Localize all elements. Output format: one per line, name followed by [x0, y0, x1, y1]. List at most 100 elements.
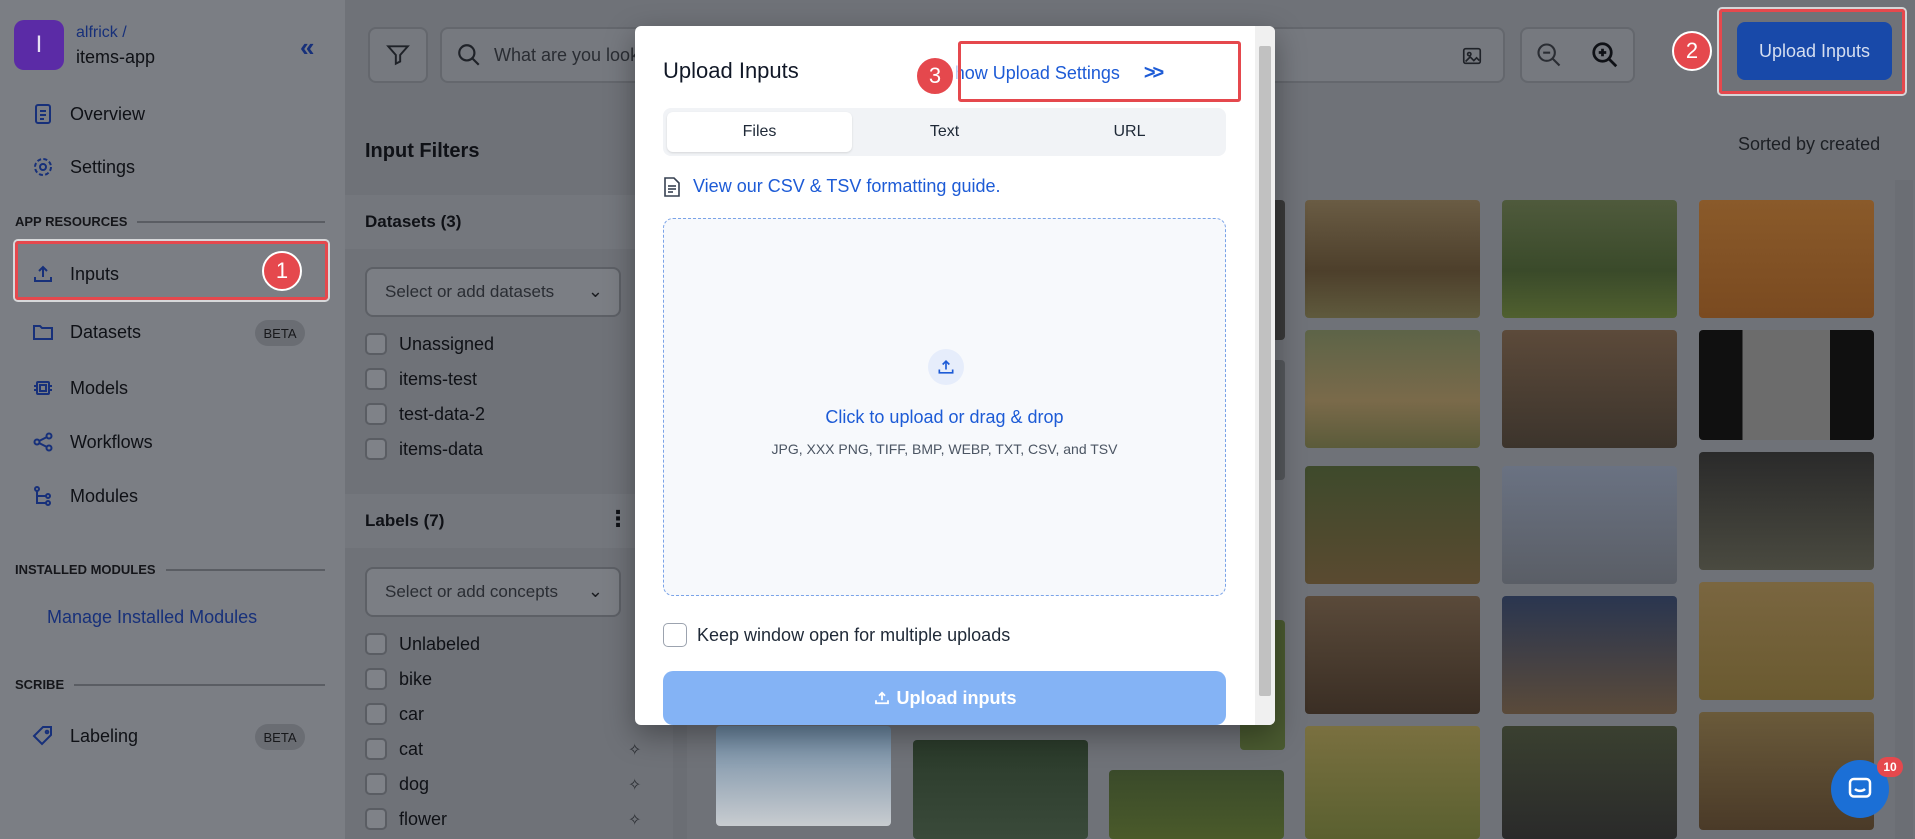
- magic-search-icon[interactable]: ✧: [628, 810, 641, 830]
- filter-toggle-button[interactable]: [368, 27, 428, 83]
- label-checkbox-row[interactable]: Unlabeled: [365, 633, 480, 655]
- sidebar-item-modules[interactable]: Modules: [30, 476, 138, 516]
- app-header[interactable]: I alfrick / items-app: [14, 20, 155, 70]
- highlight-upload-settings: [958, 41, 1241, 102]
- checkbox[interactable]: [365, 668, 387, 690]
- image-thumbnail[interactable]: [1502, 466, 1677, 584]
- keep-open-option[interactable]: Keep window open for multiple uploads: [663, 623, 1010, 647]
- keep-open-checkbox[interactable]: [663, 623, 687, 647]
- formatting-guide-link[interactable]: View our CSV & TSV formatting guide.: [663, 176, 1001, 197]
- dropzone-title: Click to upload or drag & drop: [825, 407, 1064, 427]
- datasets-select-placeholder: Select or add datasets: [385, 282, 555, 301]
- image-thumbnail[interactable]: [1305, 726, 1480, 839]
- checkbox[interactable]: [365, 703, 387, 725]
- section-label-app-resources: APP RESOURCES: [15, 214, 325, 229]
- label-text: Unlabeled: [399, 633, 481, 654]
- sidebar-item-workflows[interactable]: Workflows: [30, 422, 153, 462]
- datasets-select[interactable]: Select or add datasets ⌄: [365, 267, 621, 317]
- highlight-upload-button: [1719, 9, 1905, 94]
- app-owner-link[interactable]: alfrick /: [76, 21, 155, 45]
- image-thumbnail[interactable]: [1502, 596, 1677, 714]
- sidebar-item-label: Labeling: [70, 725, 139, 746]
- sort-label[interactable]: Sorted by created: [1738, 134, 1880, 155]
- sidebar-item-labeling[interactable]: Labeling: [30, 716, 138, 756]
- sidebar-item-models[interactable]: Models: [30, 368, 128, 408]
- dataset-checkbox-row[interactable]: test-data-2: [365, 403, 485, 425]
- image-thumbnail[interactable]: [913, 740, 1088, 839]
- chip-icon: [30, 375, 56, 401]
- sidebar-item-label: Settings: [70, 156, 136, 177]
- collapse-sidebar-icon[interactable]: «: [300, 32, 314, 63]
- zoom-out-icon[interactable]: [1535, 41, 1563, 69]
- image-thumbnail[interactable]: [1305, 200, 1480, 318]
- image-thumbnail[interactable]: [1699, 200, 1874, 318]
- sidebar-item-overview[interactable]: Overview: [30, 94, 145, 134]
- checkbox[interactable]: [365, 808, 387, 830]
- document-icon: [664, 176, 680, 197]
- checkbox[interactable]: [365, 738, 387, 760]
- more-options-icon[interactable]: ⋮: [607, 506, 629, 532]
- notification-count-badge: 10: [1877, 757, 1903, 777]
- upload-inputs-modal: Upload Inputs Show Upload Settings >> Fi…: [635, 26, 1275, 725]
- image-thumbnail[interactable]: [1305, 596, 1480, 714]
- image-thumbnail[interactable]: [1305, 466, 1480, 584]
- label-checkbox-row[interactable]: bike: [365, 668, 432, 690]
- filters-title: Input Filters: [365, 140, 480, 162]
- zoom-in-icon[interactable]: [1590, 40, 1620, 70]
- modal-scrollbar-thumb[interactable]: [1259, 46, 1271, 696]
- search-icon: [458, 44, 480, 66]
- gear-icon: [30, 154, 56, 180]
- magic-search-icon[interactable]: ✧: [628, 775, 641, 795]
- tab-text[interactable]: Text: [852, 112, 1037, 152]
- image-search-icon[interactable]: [1461, 45, 1483, 67]
- sidebar-item-settings[interactable]: Settings: [30, 147, 135, 187]
- label-checkbox-row[interactable]: car: [365, 703, 424, 725]
- chevron-down-icon: ⌄: [587, 581, 603, 601]
- sidebar-item-label: Modules: [70, 485, 139, 506]
- keep-open-label: Keep window open for multiple uploads: [697, 624, 1011, 645]
- checkbox[interactable]: [365, 333, 387, 355]
- modal-scrollbar[interactable]: [1255, 26, 1275, 725]
- checkbox[interactable]: [365, 773, 387, 795]
- tree-icon: [30, 483, 56, 509]
- image-thumbnail[interactable]: [1502, 330, 1677, 448]
- label-text: cat: [399, 738, 424, 759]
- upload-type-tabs: Files Text URL: [663, 108, 1226, 156]
- beta-badge: BETA: [255, 724, 305, 750]
- image-thumbnail[interactable]: [1699, 582, 1874, 700]
- image-thumbnail[interactable]: [1699, 330, 1874, 440]
- checkbox[interactable]: [365, 403, 387, 425]
- section-label-scribe: SCRIBE: [15, 677, 325, 692]
- manage-installed-modules-link[interactable]: Manage Installed Modules: [47, 607, 257, 628]
- image-thumbnail[interactable]: [1699, 452, 1874, 570]
- concepts-select[interactable]: Select or add concepts ⌄: [365, 567, 621, 617]
- tab-files[interactable]: Files: [667, 112, 852, 152]
- image-thumbnail[interactable]: [1109, 770, 1284, 839]
- dataset-checkbox-row[interactable]: items-test: [365, 368, 477, 390]
- tab-url[interactable]: URL: [1037, 112, 1222, 152]
- checkbox[interactable]: [365, 368, 387, 390]
- dataset-label: items-data: [399, 438, 484, 459]
- label-checkbox-row[interactable]: dog: [365, 773, 429, 795]
- label-text: bike: [399, 668, 433, 689]
- upload-inputs-submit-button[interactable]: Upload inputs: [663, 671, 1226, 725]
- file-dropzone[interactable]: Click to upload or drag & drop JPG, XXX …: [663, 218, 1226, 596]
- label-checkbox-row[interactable]: cat: [365, 738, 423, 760]
- dataset-checkbox-row[interactable]: items-data: [365, 438, 483, 460]
- image-thumbnail[interactable]: [1305, 330, 1480, 448]
- sidebar: I alfrick / items-app « Overview Setting…: [0, 0, 345, 839]
- sidebar-item-label: Models: [70, 377, 129, 398]
- magic-search-icon[interactable]: ✧: [628, 740, 641, 760]
- dataset-label: Unassigned: [399, 333, 495, 354]
- dataset-checkbox-row[interactable]: Unassigned: [365, 333, 494, 355]
- sidebar-item-datasets[interactable]: Datasets: [30, 312, 141, 352]
- checkbox[interactable]: [365, 438, 387, 460]
- image-thumbnail[interactable]: [1502, 726, 1677, 839]
- folder-icon: [30, 319, 56, 345]
- image-thumbnail[interactable]: [1502, 200, 1677, 318]
- grid-scrollbar[interactable]: [1895, 180, 1913, 839]
- image-thumbnail[interactable]: [716, 726, 891, 826]
- checkbox[interactable]: [365, 633, 387, 655]
- label-checkbox-row[interactable]: flower: [365, 808, 447, 830]
- filter-icon: [386, 45, 410, 66]
